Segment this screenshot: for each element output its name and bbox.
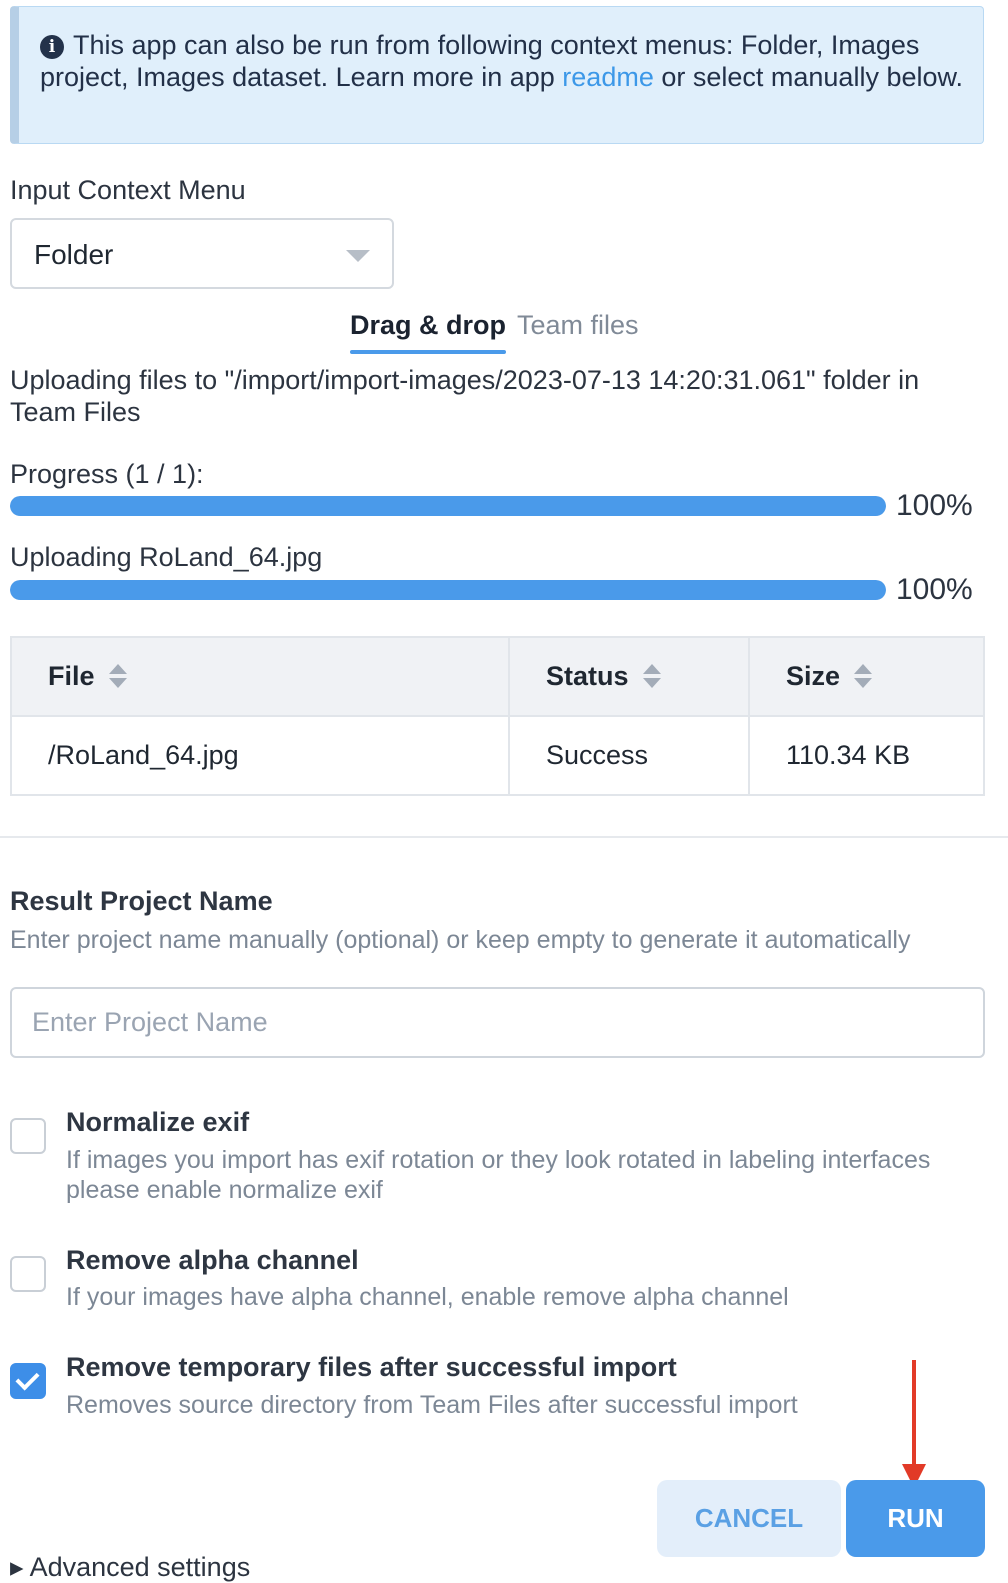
tab-team-files[interactable]: Team files — [517, 308, 639, 342]
context-menu-select[interactable]: Folder — [10, 218, 394, 289]
chevron-down-icon — [346, 250, 370, 262]
upload-message: Uploading files to "/import/import-image… — [10, 365, 920, 427]
file-upload-label: Uploading RoLand_64.jpg — [10, 542, 323, 572]
cell-size: 110.34 KB — [748, 715, 985, 796]
sort-icon[interactable] — [108, 664, 127, 688]
progress-percent: 100% — [896, 489, 973, 522]
remove-temp-files-checkbox[interactable] — [10, 1363, 46, 1399]
info-text-end: or select manually below. — [653, 62, 963, 92]
files-table: File Status Size /RoLand_64.jpg Success … — [10, 636, 985, 796]
column-header-size[interactable]: Size — [748, 636, 985, 717]
cancel-button[interactable]: CANCEL — [657, 1480, 841, 1557]
sort-icon[interactable] — [854, 664, 873, 688]
annotation-arrow-line — [912, 1360, 916, 1470]
readme-link[interactable]: readme — [562, 62, 654, 92]
normalize-exif-checkbox[interactable] — [10, 1118, 46, 1154]
project-name-input[interactable] — [10, 987, 985, 1058]
tab-drag-drop[interactable]: Drag & drop — [350, 308, 507, 354]
info-banner: i This app can also be run from following… — [10, 6, 984, 144]
file-progress-bar-fill — [10, 580, 886, 600]
advanced-settings-toggle[interactable]: ▸ Advanced settings — [10, 1552, 250, 1583]
table-row: /RoLand_64.jpg Success 110.34 KB — [10, 715, 985, 796]
remove-alpha-title: Remove alpha channel — [66, 1245, 359, 1275]
cell-status: Success — [508, 715, 750, 796]
progress-bar — [10, 496, 886, 516]
remove-temp-files-title: Remove temporary files after successful … — [66, 1352, 677, 1382]
cell-file: /RoLand_64.jpg — [10, 715, 510, 796]
column-header-status[interactable]: Status — [508, 636, 750, 717]
table-header-row: File Status Size — [10, 636, 985, 717]
file-progress-bar — [10, 580, 886, 600]
column-header-file[interactable]: File — [10, 636, 510, 717]
run-button[interactable]: RUN — [846, 1480, 985, 1557]
project-name-subtitle: Enter project name manually (optional) o… — [10, 926, 911, 954]
project-name-title: Result Project Name — [10, 886, 273, 916]
file-progress-percent: 100% — [896, 573, 973, 606]
remove-alpha-checkbox[interactable] — [10, 1256, 46, 1292]
normalize-exif-title: Normalize exif — [66, 1107, 250, 1137]
remove-temp-files-desc: Removes source directory from Team Files… — [66, 1391, 798, 1419]
context-menu-value: Folder — [34, 239, 114, 270]
sort-icon[interactable] — [642, 664, 661, 688]
context-menu-label: Input Context Menu — [10, 175, 246, 205]
progress-label: Progress (1 / 1): — [10, 459, 204, 489]
progress-bar-fill — [10, 496, 886, 516]
remove-alpha-desc: If your images have alpha channel, enabl… — [66, 1283, 789, 1311]
info-icon: i — [40, 35, 64, 59]
section-divider — [0, 836, 1008, 838]
normalize-exif-desc: If images you import has exif rotation o… — [66, 1146, 931, 1204]
